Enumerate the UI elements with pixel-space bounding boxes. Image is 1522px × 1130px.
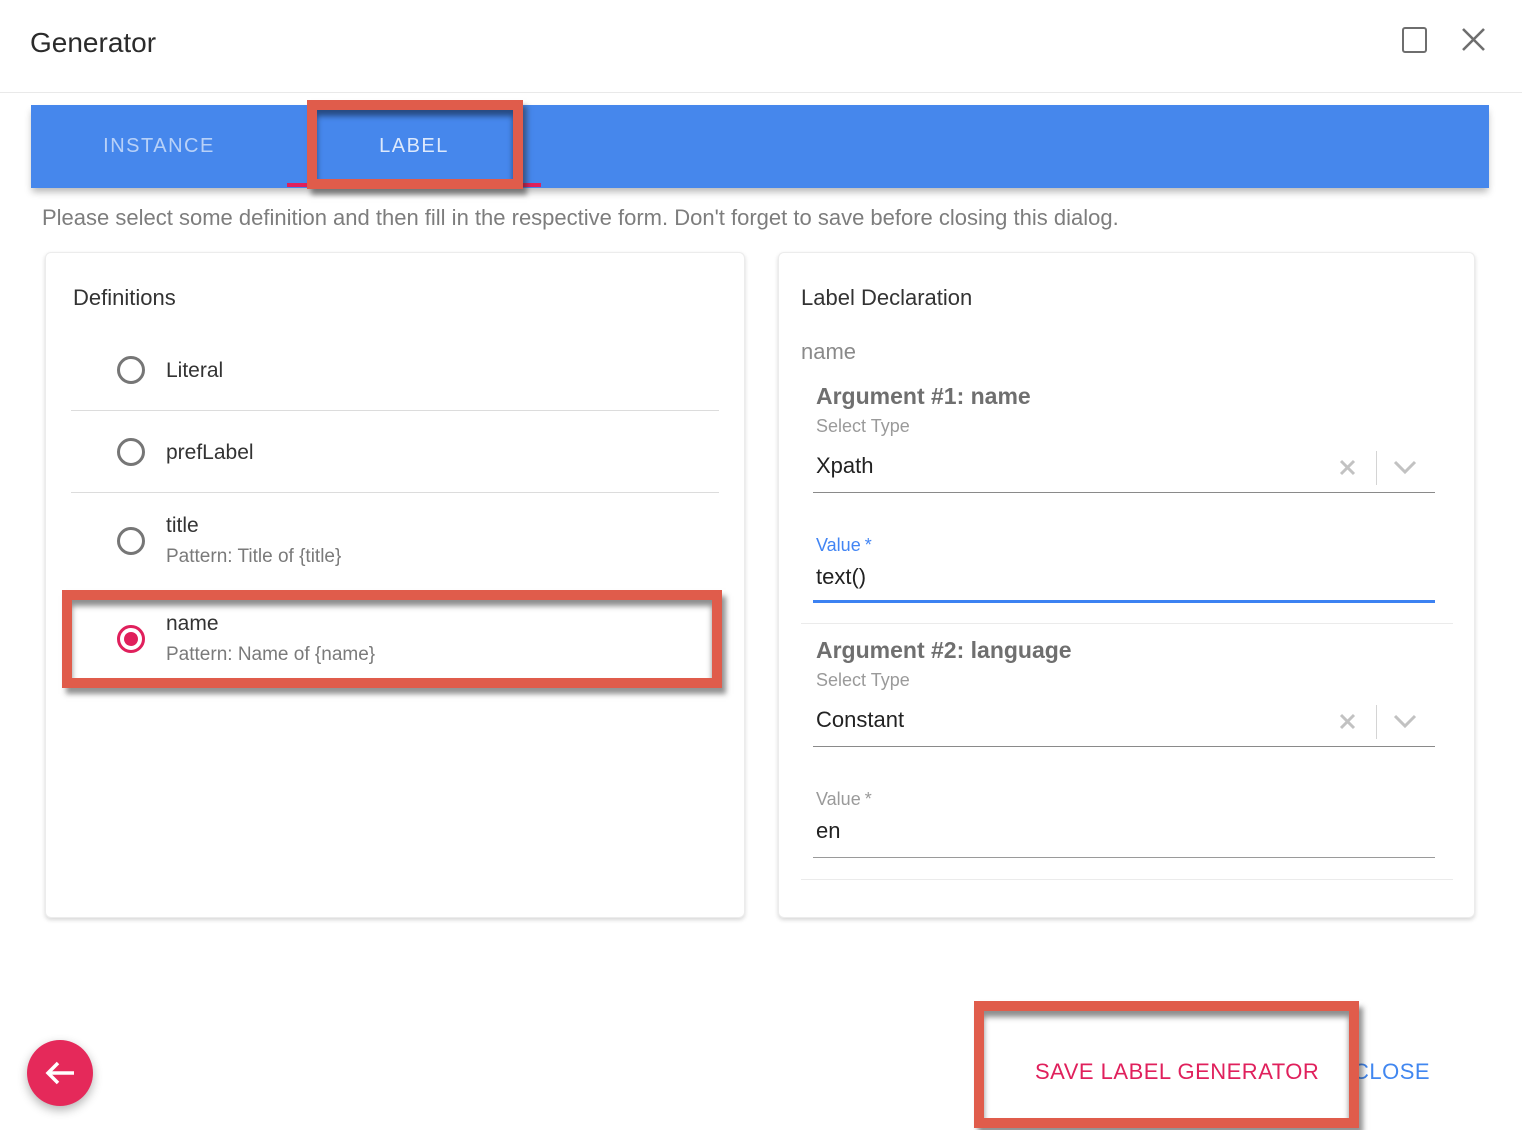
select-separator bbox=[1376, 451, 1377, 485]
definition-label-name[interactable]: name bbox=[166, 612, 219, 636]
dialog-title: Generator bbox=[30, 27, 156, 59]
generator-dialog: Generator INSTANCE LABEL Please select s… bbox=[0, 0, 1522, 1130]
select-separator bbox=[1376, 705, 1377, 739]
definition-label-literal[interactable]: Literal bbox=[166, 359, 223, 383]
argument-divider bbox=[801, 623, 1453, 624]
argument1-value-label: Value* bbox=[816, 535, 872, 556]
bottom-divider bbox=[801, 879, 1453, 880]
definition-label-title[interactable]: title bbox=[166, 514, 199, 538]
radio-literal[interactable] bbox=[117, 356, 145, 384]
definitions-heading: Definitions bbox=[73, 285, 176, 311]
clear-icon[interactable] bbox=[1337, 457, 1358, 478]
arrow-left-icon bbox=[43, 1060, 77, 1086]
declaration-heading: Label Declaration bbox=[801, 285, 972, 311]
value-label-text: Value bbox=[816, 789, 861, 809]
maximize-icon[interactable] bbox=[1402, 27, 1427, 53]
clear-icon[interactable] bbox=[1337, 711, 1358, 732]
required-asterisk: * bbox=[865, 789, 872, 809]
argument2-value-label: Value* bbox=[816, 789, 872, 810]
definition-label-preflabel[interactable]: prefLabel bbox=[166, 441, 254, 465]
tab-instance[interactable]: INSTANCE bbox=[31, 105, 287, 188]
header-divider bbox=[0, 92, 1522, 93]
radio-name[interactable] bbox=[117, 625, 145, 653]
list-divider bbox=[71, 492, 719, 493]
back-button[interactable] bbox=[27, 1040, 93, 1106]
argument1-value-input[interactable]: text() bbox=[816, 564, 866, 590]
select-underline bbox=[813, 746, 1435, 747]
argument2-select-type-label: Select Type bbox=[816, 670, 910, 691]
tab-bar: INSTANCE LABEL bbox=[31, 105, 1489, 188]
close-dialog-button[interactable]: CLOSE bbox=[1353, 1059, 1430, 1085]
argument1-select-type-label: Select Type bbox=[816, 416, 910, 437]
select-underline bbox=[813, 492, 1435, 493]
save-label-generator-button[interactable]: SAVE LABEL GENERATOR bbox=[1035, 1059, 1319, 1085]
declaration-name: name bbox=[801, 339, 856, 365]
chevron-down-icon[interactable] bbox=[1392, 459, 1418, 475]
argument2-heading: Argument #2: language bbox=[816, 637, 1072, 664]
chevron-down-icon[interactable] bbox=[1392, 713, 1418, 729]
value-label-text: Value bbox=[816, 535, 861, 555]
definition-pattern-title: Pattern: Title of {title} bbox=[166, 546, 341, 568]
tab-label[interactable]: LABEL bbox=[287, 105, 541, 188]
required-asterisk: * bbox=[865, 535, 872, 555]
argument1-heading: Argument #1: name bbox=[816, 383, 1031, 410]
close-icon[interactable] bbox=[1460, 26, 1487, 53]
label-declaration-panel: Label Declaration name Argument #1: name… bbox=[778, 252, 1475, 918]
value-underline-focused bbox=[813, 600, 1435, 603]
definitions-panel: Definitions Literal prefLabel title Patt… bbox=[45, 252, 745, 918]
radio-preflabel[interactable] bbox=[117, 438, 145, 466]
radio-title[interactable] bbox=[117, 527, 145, 555]
argument2-type-select[interactable]: Constant bbox=[816, 707, 904, 733]
argument1-type-select[interactable]: Xpath bbox=[816, 453, 874, 479]
value-underline bbox=[813, 857, 1435, 858]
argument2-value-input[interactable]: en bbox=[816, 818, 840, 844]
active-tab-indicator bbox=[287, 183, 541, 187]
definition-pattern-name: Pattern: Name of {name} bbox=[166, 644, 375, 666]
list-divider bbox=[71, 410, 719, 411]
instruction-text: Please select some definition and then f… bbox=[42, 205, 1119, 231]
